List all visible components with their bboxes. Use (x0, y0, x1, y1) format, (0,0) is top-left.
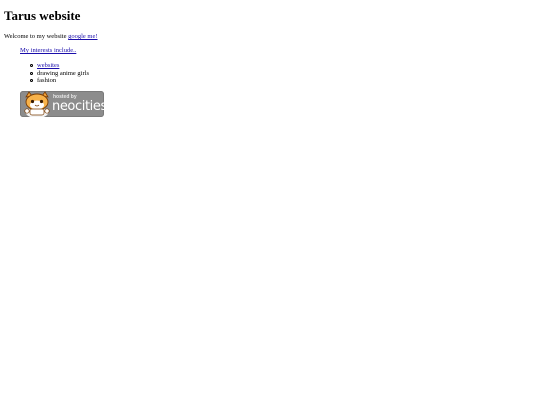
circle-bullet-icon (30, 79, 33, 83)
welcome-text: Welcome to my website google me! (4, 33, 98, 41)
badge-brand-text: neocities (52, 99, 104, 114)
list-item: fashion (30, 77, 89, 85)
google-me-link[interactable]: google me! (68, 33, 97, 40)
circle-bullet-icon (30, 64, 33, 67)
hosted-by-neocities-badge[interactable]: hosted by neocities (20, 91, 104, 117)
page-title: Tarus website (4, 8, 81, 23)
list-item-label: fashion (37, 77, 57, 85)
circle-bullet-icon (30, 71, 33, 75)
welcome-label: Welcome to my website (4, 33, 69, 40)
list-item: websites (30, 62, 89, 70)
list-item: drawing anime girls (30, 70, 89, 78)
interests-list: websites drawing anime girls fashion (30, 62, 89, 85)
websites-link[interactable]: websites (37, 62, 59, 69)
neocities-cat-mascot-icon (21, 91, 53, 117)
list-item-label: drawing anime girls (37, 69, 89, 77)
interests-link[interactable]: My interests include.. (20, 47, 76, 55)
